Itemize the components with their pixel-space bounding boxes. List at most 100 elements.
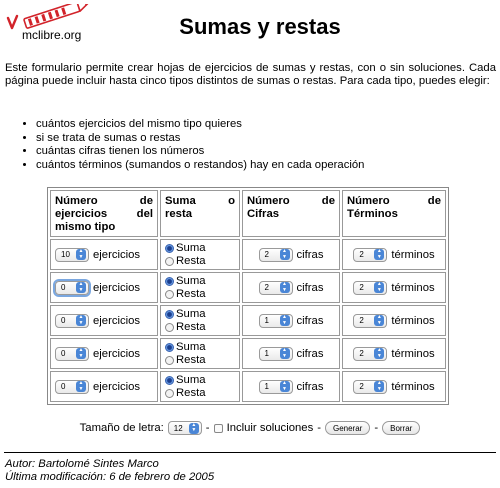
operacion-cell: Suma Resta [160, 338, 240, 369]
radio-selected-icon [165, 342, 174, 352]
ejercicios-cell: 0 ▲ ▼ ejercicios [50, 338, 158, 369]
select-arrows-icon: ▲ ▼ [76, 314, 86, 326]
operacion-cell: Suma Resta [160, 371, 240, 402]
list-item: cuántos términos (sumandos o restandos) … [36, 159, 364, 173]
terminos-select[interactable]: 2 ▲ ▼ [353, 379, 388, 394]
suma-label: Suma [176, 274, 206, 287]
font-size-label: Tamaño de letra: [79, 422, 164, 434]
table-row: 10 ▲ ▼ ejercicios Suma Resta 2 ▲ ▼ cifras 2 ▲… [50, 239, 446, 270]
ejercicios-select[interactable]: 10 ▲ ▼ [55, 247, 89, 262]
list-item: si se trata de sumas o restas [36, 132, 364, 146]
select-arrows-icon: ▲ ▼ [76, 380, 86, 392]
suma-label: Suma [176, 373, 206, 386]
cifras-select[interactable]: 1 ▲ ▼ [258, 379, 293, 394]
solutions-checkbox[interactable] [213, 423, 223, 433]
radio-empty-icon [165, 256, 174, 266]
ejercicios-value: 10 [61, 250, 70, 259]
resta-radio[interactable]: Resta [165, 321, 235, 334]
ejercicios-value: 0 [61, 382, 66, 391]
options-bar: Tamaño de letra: 12 ▲ ▼ - Incluir solucion… [0, 421, 500, 435]
resta-radio[interactable]: Resta [165, 354, 235, 367]
cifras-value: 1 [264, 349, 269, 358]
terminos-label: términos [391, 314, 435, 327]
author-text: Autor: Bartolomé Sintes Marco [5, 458, 159, 470]
generate-button[interactable]: Generar [324, 421, 371, 435]
cifras-label: cifras [296, 248, 324, 261]
suma-radio[interactable]: Suma [165, 308, 235, 321]
terminos-select[interactable]: 2 ▲ ▼ [353, 313, 388, 328]
select-arrows-icon: ▲ ▼ [279, 281, 290, 293]
ejercicios-select[interactable]: 0 ▲ ▼ [55, 379, 89, 394]
cifras-value: 2 [264, 283, 269, 292]
terminos-label: términos [391, 248, 435, 261]
cifras-value: 2 [264, 250, 269, 259]
terminos-label: términos [391, 347, 435, 360]
select-arrows-icon: ▲ ▼ [374, 314, 385, 326]
terminos-value: 2 [359, 349, 364, 358]
resta-radio[interactable]: Resta [165, 288, 235, 301]
terminos-cell: 2 ▲ ▼ términos [342, 371, 446, 402]
exercise-table: Número de ejercicios del mismo tipo Suma… [47, 187, 449, 405]
ejercicios-value: 0 [61, 283, 66, 292]
terminos-label: términos [391, 281, 435, 294]
cifras-cell: 1 ▲ ▼ cifras [242, 338, 340, 369]
terminos-label: términos [391, 380, 435, 393]
operacion-cell: Suma Resta [160, 305, 240, 336]
operacion-cell: Suma Resta [160, 239, 240, 270]
suma-radio[interactable]: Suma [165, 341, 235, 354]
terminos-select[interactable]: 2 ▲ ▼ [353, 280, 388, 295]
table-row: 0 ▲ ▼ ejercicios Suma Resta 1 ▲ ▼ cifras 2 ▲ ▼… [50, 371, 446, 402]
header-operacion: Suma o resta [160, 190, 240, 237]
cifras-select[interactable]: 1 ▲ ▼ [258, 313, 293, 328]
cifras-select[interactable]: 1 ▲ ▼ [258, 346, 293, 361]
select-arrows-icon: ▲ ▼ [279, 380, 290, 392]
resta-radio[interactable]: Resta [165, 387, 235, 400]
cifras-label: cifras [296, 347, 324, 360]
font-size-select[interactable]: 12 ▲ ▼ [167, 421, 202, 435]
clear-button[interactable]: Borrar [382, 421, 421, 435]
select-arrows-icon: ▲ ▼ [374, 281, 385, 293]
terminos-select[interactable]: 2 ▲ ▼ [353, 346, 388, 361]
header-terminos: Número de Términos [342, 190, 446, 237]
select-arrows-icon: ▲ ▼ [279, 347, 290, 359]
page-title: Sumas y restas [179, 14, 341, 39]
select-arrows-icon: ▲ ▼ [279, 314, 290, 326]
select-arrows-icon: ▲ ▼ [76, 281, 86, 293]
ejercicios-select[interactable]: 0 ▲ ▼ [55, 280, 89, 295]
radio-selected-icon [165, 375, 174, 385]
footer-divider [4, 452, 496, 453]
terminos-select[interactable]: 2 ▲ ▼ [353, 247, 388, 262]
terminos-cell: 2 ▲ ▼ términos [342, 272, 446, 303]
list-item: cuántos ejercicios del mismo tipo quiere… [36, 118, 364, 132]
cifras-select[interactable]: 2 ▲ ▼ [258, 280, 293, 295]
radio-empty-icon [165, 388, 174, 398]
suma-label: Suma [176, 340, 206, 353]
list-item: cuántas cifras tienen los números [36, 145, 364, 159]
suma-label: Suma [176, 307, 206, 320]
select-arrows-icon: ▲ ▼ [279, 248, 290, 260]
select-arrows-icon: ▲ ▼ [374, 248, 385, 260]
ejercicios-select[interactable]: 0 ▲ ▼ [55, 346, 89, 361]
solutions-label: Incluir soluciones [226, 422, 314, 434]
cifras-cell: 2 ▲ ▼ cifras [242, 239, 340, 270]
cifras-value: 1 [264, 316, 269, 325]
cifras-label: cifras [296, 281, 324, 294]
ejercicios-cell: 0 ▲ ▼ ejercicios [50, 305, 158, 336]
suma-radio[interactable]: Suma [165, 374, 235, 387]
table-row: 0 ▲ ▼ ejercicios Suma Resta 2 ▲ ▼ cifras 2 ▲ ▼… [50, 272, 446, 303]
resta-radio[interactable]: Resta [165, 255, 235, 268]
radio-empty-icon [165, 289, 174, 299]
resta-label: Resta [176, 320, 206, 333]
resta-label: Resta [176, 287, 206, 300]
suma-radio[interactable]: Suma [165, 242, 235, 255]
radio-empty-icon [165, 355, 174, 365]
suma-radio[interactable]: Suma [165, 275, 235, 288]
cifras-select[interactable]: 2 ▲ ▼ [258, 247, 293, 262]
suma-label: Suma [176, 241, 206, 254]
ejercicios-select[interactable]: 0 ▲ ▼ [55, 313, 89, 328]
separator: - [374, 422, 379, 434]
separator: - [317, 422, 321, 434]
terminos-cell: 2 ▲ ▼ términos [342, 305, 446, 336]
options-list: cuántos ejercicios del mismo tipo quiere… [22, 118, 364, 172]
radio-empty-icon [165, 322, 174, 332]
